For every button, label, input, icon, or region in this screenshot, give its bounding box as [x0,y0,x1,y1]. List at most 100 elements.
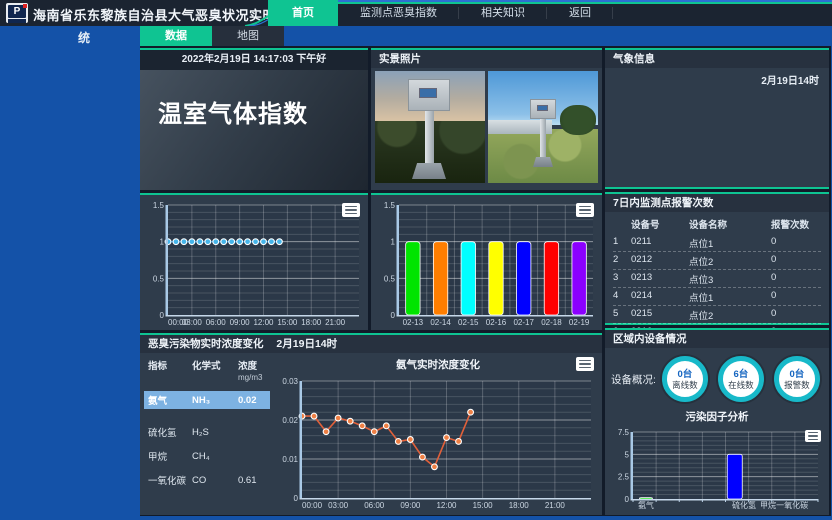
monitoring-device-illustration [530,99,556,167]
chart-menu-icon[interactable] [576,203,594,217]
svg-text:0.01: 0.01 [282,455,298,464]
svg-text:02-17: 02-17 [513,318,534,327]
main-nav: 首页 监测点恶臭指数 相关知识 返回 [268,0,613,26]
nav-item-odor-index[interactable]: 监测点恶臭指数 [338,0,459,26]
svg-text:0: 0 [391,311,396,320]
alarm-table-body: 10211点位1020212点位2030213点位3040214点位105021… [613,234,821,342]
nav-item-back[interactable]: 返回 [547,0,613,26]
svg-text:甲烷: 甲烷 [760,500,776,510]
ammonia-realtime-chart: 00.010.020.0300:0003:0006:0009:0012:0015… [276,375,598,511]
photo-row [371,68,602,186]
alarm-panel-title: 7日内监测点报警次数 [605,194,829,212]
svg-text:15:00: 15:00 [277,318,298,327]
region-devices-panel: 区域内设备情况 设备概况: 0台离线数6台在线数0台报警数 污染因子分析 02.… [605,328,829,515]
pollutant-row[interactable]: 氨气NH₃0.02 [144,391,270,409]
svg-text:1: 1 [391,238,396,247]
pollutant-timestamp: 2月19日14时 [276,338,337,350]
device-count-circle: 0台离线数 [662,356,708,402]
station-photo-dusk [375,71,485,183]
svg-text:21:00: 21:00 [325,318,346,327]
weather-timestamp: 2月19日14时 [605,68,829,91]
table-row: 10211点位10 [613,234,821,252]
svg-text:02-16: 02-16 [486,318,507,327]
svg-text:00:00: 00:00 [302,501,323,510]
col-alarm-count: 报警次数 [771,217,821,231]
greenhouse-index-panel: 2022年2月19日 14:17:03 下午好 温室气体指数 [140,48,368,190]
svg-text:0.5: 0.5 [153,274,165,283]
svg-text:12:00: 12:00 [253,318,274,327]
daily-index-bar-chart: 00.511.502-1302-1402-1502-1602-1702-1802… [373,199,600,328]
system-title-wrap: 统 [78,29,90,46]
svg-text:0.03: 0.03 [282,377,298,386]
nav-item-home[interactable]: 首页 [268,0,338,26]
greenhouse-trend-chart-panel: 00.511.500:0003:0006:0009:0012:0015:0018… [140,193,368,330]
svg-text:0: 0 [625,495,630,504]
svg-text:03:00: 03:00 [182,318,203,327]
tab-map[interactable]: 地图 [212,26,284,46]
pollutant-panel-title: 恶臭污染物实时浓度变化 2月19日14时 [140,335,602,353]
svg-text:02-18: 02-18 [541,318,562,327]
photos-panel-title: 实景照片 [371,50,602,68]
app-header: P 海南省乐东黎族自治县大气恶臭状况实时发布系 首页 监测点恶臭指数 相关知识 … [0,0,832,26]
pollutant-table: 指标 化学式 浓度 mg/m3 氨气NH₃0.02 硫化氢H₂S 甲烷CH₄ 一氧化碳… [140,353,274,513]
greenhouse-trend-chart: 00.511.500:0003:0006:0009:0012:0015:0018… [142,199,366,328]
device-overview-label: 设备概况: [611,372,656,387]
svg-text:03:00: 03:00 [328,501,349,510]
svg-text:02-13: 02-13 [403,318,424,327]
svg-text:0: 0 [294,494,299,503]
svg-text:02-19: 02-19 [569,318,590,327]
unit-label: mg/m3 [238,373,262,382]
chart-menu-icon[interactable] [342,203,360,217]
table-row: 40214点位10 [613,288,821,306]
svg-text:15:00: 15:00 [473,501,494,510]
table-row: 20212点位20 [613,252,821,270]
svg-text:2.5: 2.5 [618,473,630,482]
svg-text:18:00: 18:00 [301,318,322,327]
svg-text:02-15: 02-15 [458,318,479,327]
svg-text:1.5: 1.5 [153,201,165,210]
ammonia-chart-column: 氨气实时浓度变化 00.010.020.0300:0003:0006:0009:… [274,353,602,513]
chart-menu-icon[interactable] [805,430,821,442]
col-formula: 化学式 [192,358,238,383]
pollutant-row[interactable]: 甲烷CH₄ [148,447,270,465]
pollutant-table-body: 氨气NH₃0.02硫化氢H₂S甲烷CH₄一氧化碳CO0.61 [148,391,270,489]
svg-text:18:00: 18:00 [509,501,530,510]
tab-data[interactable]: 数据 [140,26,212,46]
table-row: 50215点位20 [613,306,821,324]
weather-panel-title: 气象信息 [605,50,829,68]
svg-text:09:00: 09:00 [230,318,251,327]
pollutant-realtime-panel: 恶臭污染物实时浓度变化 2月19日14时 指标 化学式 浓度 mg/m3 氨气N… [140,333,602,515]
ammonia-chart-title: 氨气实时浓度变化 [274,353,602,372]
device-count-circle: 0台报警数 [774,356,820,402]
svg-text:5: 5 [625,450,630,459]
alarm-table-header: 设备号 设备名称 报警次数 [613,215,821,234]
alarm-count-panel: 7日内监测点报警次数 设备号 设备名称 报警次数 10211点位1020212点… [605,192,829,325]
svg-text:硫化氢: 硫化氢 [732,500,756,510]
weather-info-panel: 气象信息 2月19日14时 [605,48,829,189]
col-concentration: 浓度 mg/m3 [238,358,278,383]
greenhouse-panel-body: 温室气体指数 [140,70,368,190]
pollutant-row[interactable]: 一氧化碳CO0.61 [148,471,270,489]
chart-menu-icon[interactable] [576,357,594,371]
pollution-factor-chart-title: 污染因子分析 [605,404,829,424]
greenhouse-title: 温室气体指数 [140,70,368,129]
svg-text:0.02: 0.02 [282,416,298,425]
svg-text:1: 1 [160,238,165,247]
col-indicator: 指标 [148,358,192,383]
pollution-factor-chart: 02.557.5氨气硫化氢甲烷一氧化碳 [607,426,825,512]
svg-text:1.5: 1.5 [384,201,396,210]
pollutant-row[interactable]: 硫化氢H₂S [148,423,270,441]
daily-index-bar-chart-panel: 00.511.502-1302-1402-1502-1602-1702-1802… [371,193,602,330]
svg-text:21:00: 21:00 [545,501,566,510]
svg-text:12:00: 12:00 [436,501,457,510]
live-photos-panel: 实景照片 [371,48,602,190]
pollutant-table-header: 指标 化学式 浓度 mg/m3 [148,358,270,383]
devices-panel-title: 区域内设备情况 [605,330,829,348]
col-device-no: 设备号 [631,217,689,231]
logo-red-mark [23,4,27,8]
datetime-display: 2022年2月19日 14:17:03 下午好 [140,50,368,70]
svg-text:06:00: 06:00 [364,501,385,510]
col-device-name: 设备名称 [689,217,771,231]
nav-item-knowledge[interactable]: 相关知识 [459,0,547,26]
svg-text:02-14: 02-14 [430,318,451,327]
